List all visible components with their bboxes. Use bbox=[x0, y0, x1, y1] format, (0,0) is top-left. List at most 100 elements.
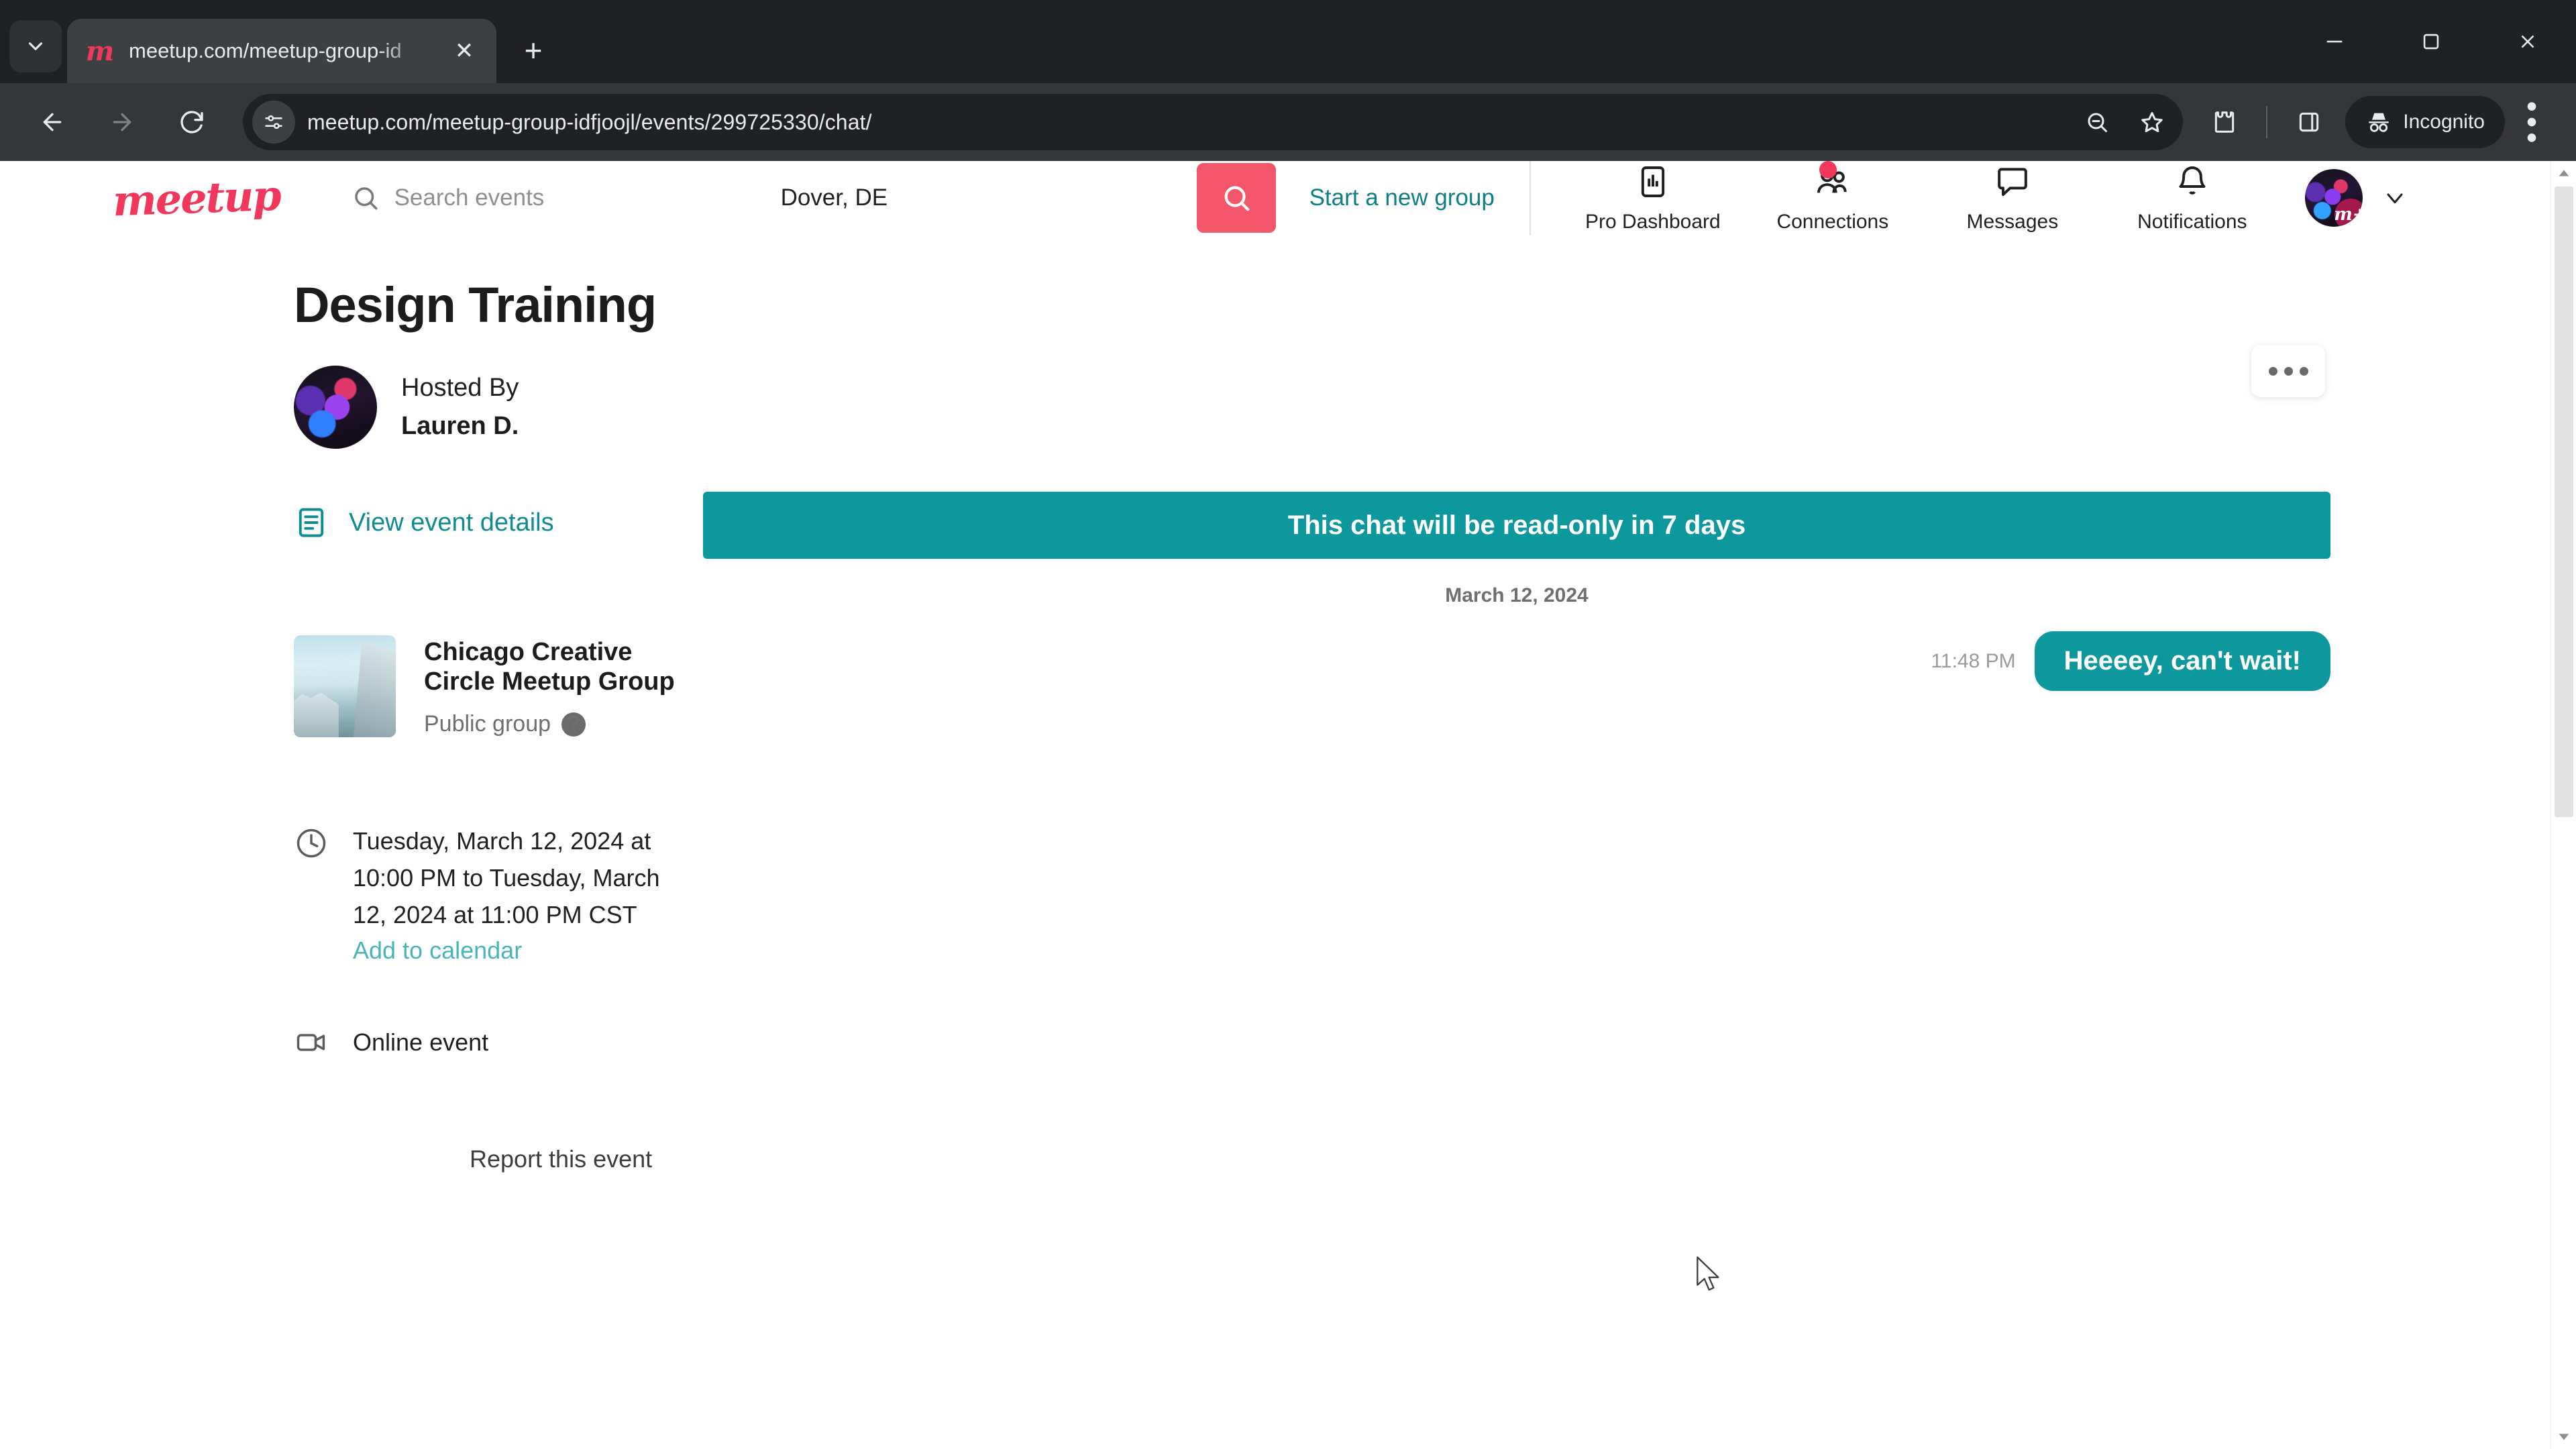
chat-panel: This chat will be read-only in 7 days Ma… bbox=[684, 492, 2576, 1173]
group-name[interactable]: Chicago Creative Circle Meetup Group bbox=[424, 638, 684, 696]
chevron-down-icon bbox=[28, 42, 43, 50]
avatar[interactable]: m+ bbox=[2304, 169, 2363, 227]
side-panel-icon[interactable] bbox=[2279, 93, 2339, 152]
event-location-row: Online event bbox=[294, 1022, 684, 1063]
incognito-hat-icon bbox=[2369, 113, 2389, 132]
reload-icon bbox=[180, 111, 203, 133]
add-to-calendar-link[interactable]: Add to calendar bbox=[353, 936, 684, 965]
chat-message: 11:48 PM Heeeey, can't wait! bbox=[703, 631, 2330, 691]
pro-dashboard-icon bbox=[1634, 162, 1672, 201]
reload-button[interactable] bbox=[157, 87, 227, 157]
group-card[interactable]: Chicago Creative Circle Meetup Group Pub… bbox=[294, 635, 684, 737]
search-submit-button[interactable] bbox=[1196, 163, 1276, 233]
location-input[interactable]: Dover, DE bbox=[781, 184, 1197, 211]
meetup-site-header: meetup Search events Dover, DE Start a n… bbox=[0, 161, 2576, 235]
tab-close-button[interactable]: ✕ bbox=[447, 34, 482, 68]
pro-badge: m+ bbox=[2334, 199, 2363, 227]
search-placeholder: Search events bbox=[394, 184, 545, 211]
window-controls bbox=[2286, 0, 2576, 83]
browser-toolbar: meetup.com/meetup-group-idfjoojl/events/… bbox=[0, 83, 2576, 161]
page-scrollbar[interactable] bbox=[2551, 161, 2576, 1449]
search-icon bbox=[354, 187, 378, 210]
nav-label: Connections bbox=[1776, 211, 1889, 233]
browser-tab[interactable]: m meetup.com/meetup-group-id ✕ bbox=[67, 19, 496, 83]
meetup-favicon: m bbox=[85, 35, 115, 67]
extensions-icon[interactable] bbox=[2195, 93, 2254, 152]
arrow-right-icon bbox=[113, 113, 131, 131]
video-camera-icon bbox=[294, 1022, 330, 1063]
message-bubble[interactable]: Heeeey, can't wait! bbox=[2034, 631, 2330, 691]
nav-item-connections[interactable]: Connections bbox=[1743, 161, 1923, 233]
zoom-out-icon[interactable] bbox=[2076, 101, 2118, 144]
host-avatar[interactable] bbox=[294, 366, 377, 449]
bookmark-star-icon[interactable] bbox=[2131, 101, 2174, 144]
question-mark-icon[interactable]: ? bbox=[561, 711, 586, 737]
user-menu[interactable]: m+ bbox=[2304, 169, 2408, 227]
page-title: Design Training bbox=[294, 277, 657, 333]
nav-item-messages[interactable]: Messages bbox=[1923, 162, 2102, 233]
event-details-sidebar: View event details Chicago Creative Circ… bbox=[0, 497, 684, 1173]
address-bar[interactable]: meetup.com/meetup-group-idfjoojl/events/… bbox=[243, 94, 2184, 150]
host-text: Hosted By Lauren D. bbox=[401, 374, 519, 441]
browser-menu-button[interactable] bbox=[2505, 93, 2559, 152]
url-text: meetup.com/meetup-group-idfjoojl/events/… bbox=[307, 109, 872, 134]
message-timestamp: 11:48 PM bbox=[1931, 649, 2016, 672]
group-privacy: Public group ? bbox=[424, 711, 684, 737]
nav-label: Pro Dashboard bbox=[1585, 211, 1721, 233]
mouse-cursor bbox=[1697, 1256, 1719, 1291]
chevron-up-icon bbox=[2559, 170, 2569, 176]
host-name[interactable]: Lauren D. bbox=[401, 412, 519, 441]
toolbar-separator bbox=[2266, 106, 2268, 138]
scroll-down-arrow[interactable] bbox=[2551, 1425, 2576, 1449]
host-section: Hosted By Lauren D. bbox=[294, 366, 2576, 449]
new-tab-button[interactable]: + bbox=[508, 25, 558, 75]
back-button[interactable] bbox=[17, 87, 87, 157]
window-close-button[interactable] bbox=[2479, 0, 2576, 83]
message-bubble-icon bbox=[1994, 162, 2031, 201]
event-datetime-row: Tuesday, March 12, 2024 at 10:00 PM to T… bbox=[294, 823, 684, 964]
view-event-details-link[interactable]: View event details bbox=[294, 505, 684, 540]
group-info: Chicago Creative Circle Meetup Group Pub… bbox=[424, 635, 684, 737]
event-location-text: Online event bbox=[353, 1028, 489, 1056]
incognito-label: Incognito bbox=[2403, 111, 2485, 133]
minimize-icon bbox=[2326, 40, 2343, 43]
nav-label: Messages bbox=[1966, 211, 2059, 233]
connections-badge bbox=[1819, 161, 1837, 178]
chat-readonly-banner: This chat will be read-only in 7 days bbox=[703, 492, 2330, 559]
clock-icon bbox=[294, 823, 330, 864]
group-privacy-label: Public group bbox=[424, 711, 551, 737]
incognito-profile-pill[interactable]: Incognito bbox=[2345, 96, 2505, 148]
user-menu-chevron[interactable] bbox=[2381, 184, 2408, 211]
content-columns: View event details Chicago Creative Circ… bbox=[0, 492, 2576, 1173]
more-options-button[interactable] bbox=[2251, 345, 2325, 397]
tab-search-button[interactable] bbox=[9, 20, 62, 72]
dot bbox=[2268, 366, 2277, 376]
group-thumbnail bbox=[294, 635, 396, 737]
connections-people-icon bbox=[1814, 161, 1851, 201]
three-dot-menu-icon bbox=[2527, 102, 2536, 142]
scroll-up-arrow[interactable] bbox=[2551, 161, 2576, 185]
event-chat-page: Design Training Hosted By Lauren D. View… bbox=[0, 276, 2576, 1173]
start-new-group-link[interactable]: Start a new group bbox=[1309, 184, 1495, 211]
hosted-by-label: Hosted By bbox=[401, 374, 519, 402]
window-minimize-button[interactable] bbox=[2286, 0, 2383, 83]
nav-item-notifications[interactable]: Notifications bbox=[2102, 162, 2282, 233]
report-event-link[interactable]: Report this event bbox=[470, 1145, 684, 1173]
scrollbar-thumb[interactable] bbox=[2555, 186, 2573, 817]
chevron-down-icon bbox=[2559, 1434, 2569, 1440]
page-viewport: meetup Search events Dover, DE Start a n… bbox=[0, 161, 2576, 1449]
document-lines-icon bbox=[299, 508, 324, 537]
site-info-button[interactable] bbox=[252, 101, 295, 144]
window-maximize-button[interactable] bbox=[2383, 0, 2479, 83]
page-settings-icon bbox=[265, 115, 282, 129]
close-icon bbox=[2521, 35, 2534, 48]
forward-button[interactable] bbox=[87, 87, 157, 157]
nav-label: Notifications bbox=[2137, 211, 2247, 233]
search-events-input[interactable]: Search events bbox=[352, 184, 781, 212]
event-datetime-text-wrap: Tuesday, March 12, 2024 at 10:00 PM to T… bbox=[353, 823, 684, 964]
arrow-left-icon bbox=[43, 113, 62, 131]
meetup-logo[interactable]: meetup bbox=[112, 170, 281, 225]
nav-item-pro-dashboard[interactable]: Pro Dashboard bbox=[1563, 162, 1743, 233]
toolbar-right-icons: Incognito bbox=[2195, 93, 2559, 152]
header-nav: Pro Dashboard Connections Messages Notif… bbox=[1563, 161, 2282, 233]
